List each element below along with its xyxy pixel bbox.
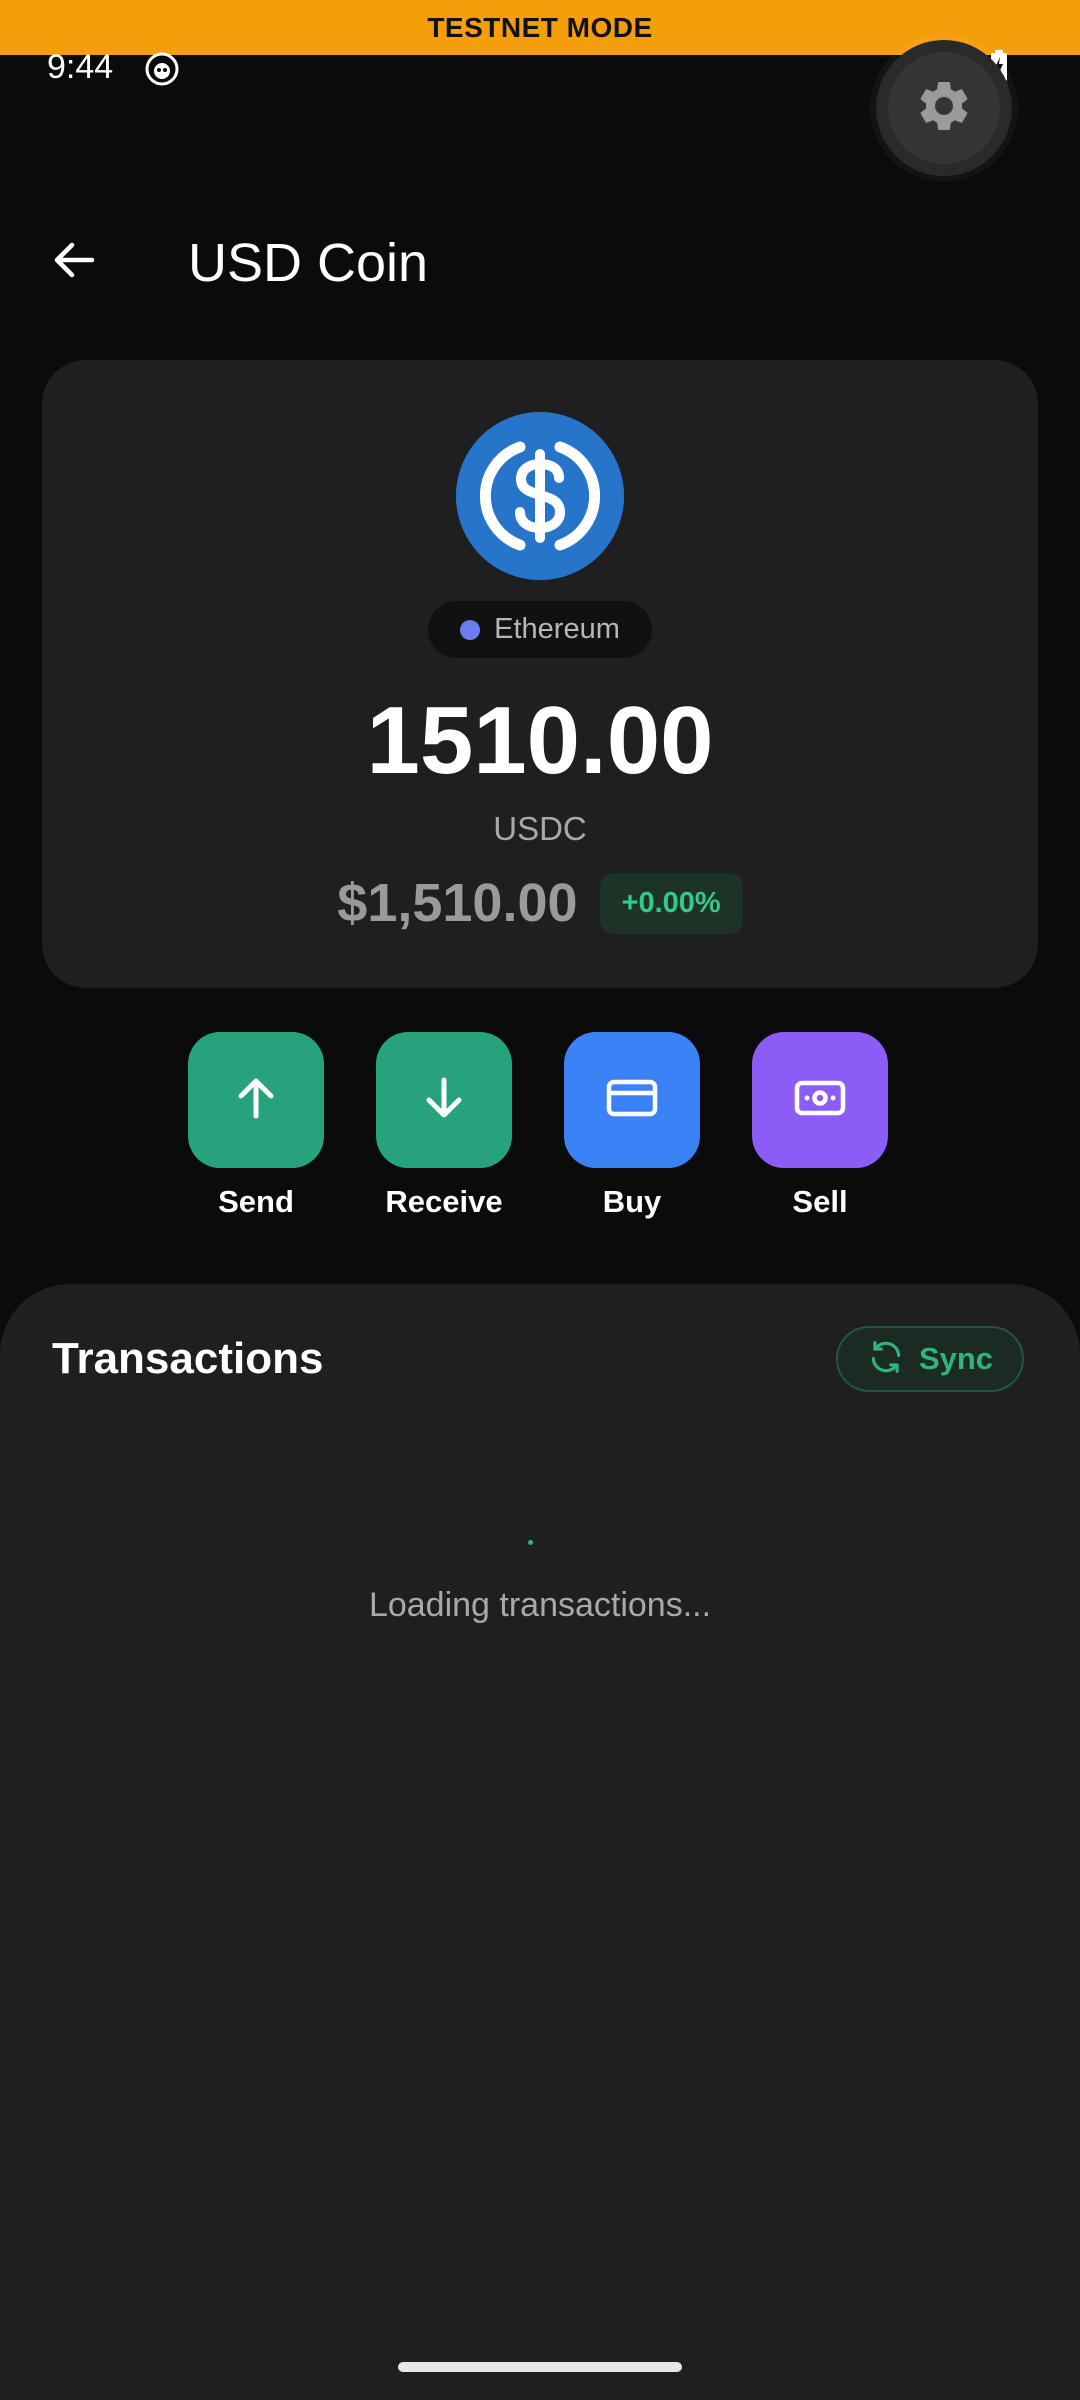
token-balance: 1510.00 [366,687,714,794]
loading-text: Loading transactions... [368,1586,712,1624]
back-button[interactable] [40,228,108,296]
fiat-row: $1,510.00 +0.00% [0,872,1080,934]
action-buttons: Send Receive Buy Sell [188,1032,888,1220]
notification-app-icon [145,52,179,86]
sell-action: Sell [752,1032,888,1220]
price-change-badge: +0.00% [599,872,743,934]
gear-icon [914,76,974,141]
cash-icon [792,1070,848,1131]
receive-label: Receive [385,1184,503,1219]
arrow-up-icon [230,1072,282,1129]
loading-spinner [528,1540,533,1545]
arrow-left-icon [50,236,98,289]
buy-action: Buy [564,1032,700,1220]
sell-button[interactable] [752,1032,888,1168]
arrow-down-icon [418,1072,470,1129]
status-time: 9:44 [47,48,114,86]
send-label: Send [218,1184,294,1219]
fiat-value: $1,510.00 [337,873,578,933]
sync-button[interactable]: Sync [836,1326,1024,1392]
network-badge: Ethereum [428,601,652,658]
testnet-banner-label: TESTNET MODE [427,11,653,43]
send-button[interactable] [188,1032,324,1168]
transactions-panel [0,1284,1080,2400]
credit-card-icon [604,1070,660,1131]
network-dot [460,619,481,640]
buy-button[interactable] [564,1032,700,1168]
buy-label: Buy [602,1184,662,1219]
receive-button[interactable] [376,1032,512,1168]
sync-label: Sync [918,1341,994,1376]
refresh-icon [867,1338,905,1381]
page-title: USD Coin [188,233,429,293]
receive-action: Receive [376,1032,512,1220]
home-indicator[interactable] [398,2362,682,2372]
transactions-title: Transactions [52,1334,324,1383]
sell-label: Sell [792,1184,848,1219]
usdc-logo [456,412,624,580]
network-label: Ethereum [494,613,620,645]
token-symbol: USDC [493,810,587,847]
send-action: Send [188,1032,324,1220]
settings-button[interactable] [876,40,1012,176]
